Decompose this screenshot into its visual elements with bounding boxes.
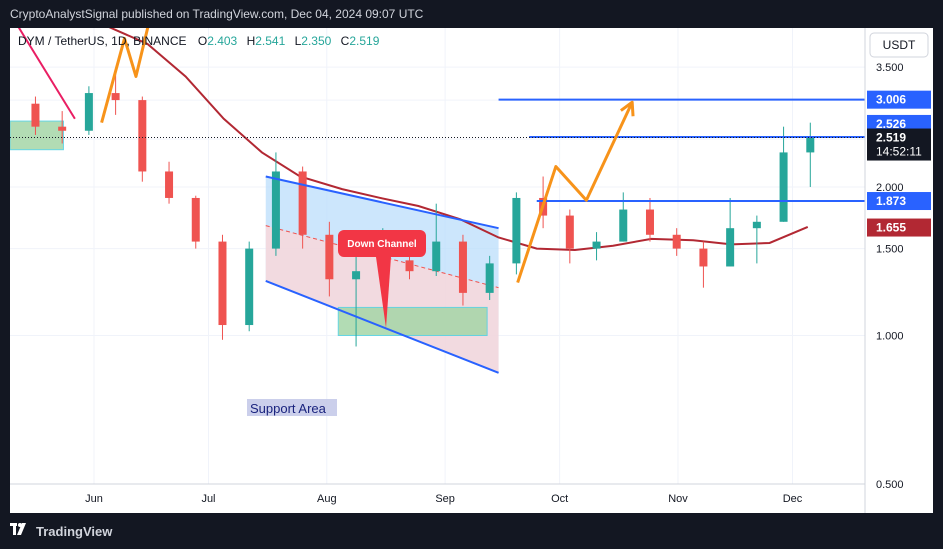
candle-body-3 — [111, 93, 120, 101]
candle-body-20 — [565, 215, 574, 249]
publisher-line: CryptoAnalystSignal published on Trading… — [0, 0, 943, 28]
candle-body-18 — [512, 197, 521, 264]
candle-body-21 — [592, 241, 601, 249]
x-tick-label-5: Nov — [668, 493, 688, 505]
footer-brand: TradingView — [36, 523, 113, 539]
footer: TradingView — [10, 518, 112, 544]
down-channel-label: Down Channel — [347, 239, 417, 250]
currency-label: USDT — [883, 38, 916, 52]
support-area-callout: Support Area — [247, 399, 337, 416]
legend-c-value: 2.519 — [349, 34, 379, 48]
candle-body-7 — [218, 241, 227, 326]
price-label-text-0: 3.006 — [876, 93, 906, 107]
bar-countdown: 14:52:11 — [876, 145, 922, 159]
candle-body-25 — [699, 248, 708, 267]
legend-o-value: 2.403 — [207, 34, 237, 48]
legend-l-value: 2.350 — [301, 34, 331, 48]
candle-body-16 — [458, 241, 467, 293]
candle-body-26 — [726, 228, 735, 267]
candle-body-22 — [619, 209, 628, 242]
candle-body-0 — [31, 103, 40, 127]
candle-body-4 — [138, 100, 147, 172]
legend-h-label: H — [247, 34, 256, 48]
y-tick-label-1: 1.000 — [876, 330, 904, 342]
x-tick-label-2: Aug — [317, 493, 337, 505]
candle-body-23 — [645, 209, 654, 235]
x-tick-label-4: Oct — [551, 493, 568, 505]
candle-body-17 — [485, 263, 494, 293]
candle-body-24 — [672, 234, 681, 249]
candle-body-9 — [271, 171, 280, 249]
candle-body-28 — [779, 152, 788, 222]
y-tick-label-2: 1.500 — [876, 244, 904, 256]
candle-body-8 — [245, 248, 254, 326]
candle-body-14 — [405, 260, 414, 272]
candle-body-2 — [84, 93, 93, 131]
price-label-text-3: 1.873 — [876, 194, 906, 208]
candle-body-12 — [352, 271, 361, 280]
x-tick-label-0: Jun — [85, 493, 103, 505]
x-tick-label-3: Sep — [435, 493, 455, 505]
tradingview-logo-icon — [10, 522, 30, 540]
candle-body-29 — [806, 137, 815, 153]
legend-symbol: DYM / TetherUS, 1D, BINANCE — [18, 34, 187, 48]
candle-body-10 — [298, 171, 307, 235]
svg-text:DYM / TetherUS, 1D, BINANCE: DYM / TetherUS, 1D, BINANCE O2.403 H2.54… — [18, 34, 380, 48]
y-tick-label-6: 3.500 — [876, 62, 904, 74]
legend-h-value: 2.541 — [255, 34, 285, 48]
candle-body-15 — [432, 241, 441, 272]
candle-body-1 — [58, 126, 67, 131]
ohlc-legend: DYM / TetherUS, 1D, BINANCE O2.403 H2.54… — [18, 34, 380, 48]
candle-body-6 — [191, 197, 200, 242]
legend-c-label: C — [341, 34, 350, 48]
candle-body-27 — [752, 221, 761, 229]
legend-o-label: O — [198, 34, 207, 48]
x-tick-label-6: Dec — [783, 493, 803, 505]
price-chart[interactable]: Jun Jul Aug Sep Oct Nov Dec 0.5001.0001.5002.0… — [9, 11, 933, 513]
candle-body-5 — [165, 171, 174, 198]
support-area-label: Support Area — [250, 401, 327, 416]
support-area-box — [337, 306, 488, 336]
candle-body-11 — [325, 234, 334, 280]
chart-frame[interactable]: Jun Jul Aug Sep Oct Nov Dec 0.500 1.000 1.500 2.0… — [9, 11, 933, 513]
price-label-text-2: 2.519 — [876, 131, 906, 145]
y-tick-label-0: 0.500 — [876, 479, 904, 491]
currency-button[interactable]: USDT — [869, 32, 929, 58]
price-label-text-4: 1.655 — [876, 221, 906, 235]
x-tick-label-1: Jul — [201, 493, 215, 505]
